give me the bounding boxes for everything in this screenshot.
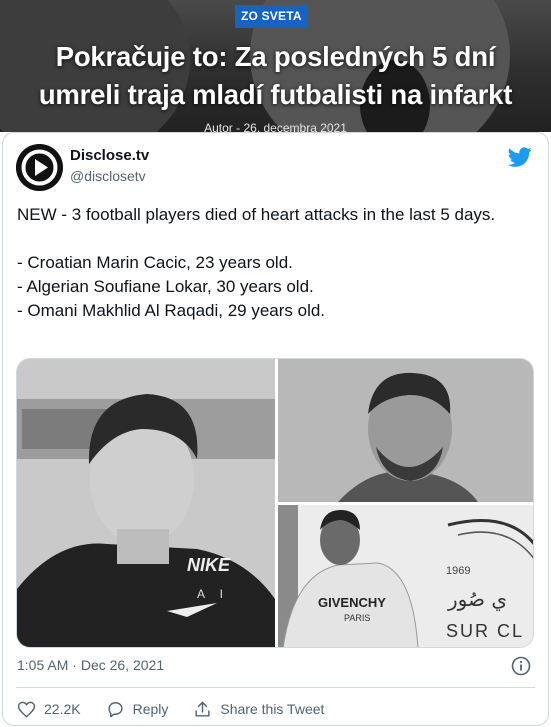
timestamp-separator: · xyxy=(72,657,81,673)
tweet-date: Dec 26, 2021 xyxy=(80,657,165,673)
article-header: ZO SVETA Pokračuje to: Za posledných 5 d… xyxy=(0,0,551,132)
category-badge[interactable]: ZO SVETA xyxy=(235,5,308,28)
photo-illustration xyxy=(17,359,275,647)
heart-icon xyxy=(17,701,36,718)
divider xyxy=(16,687,535,688)
photo-text-shirt-brand: NIKE xyxy=(187,555,231,575)
author-label[interactable]: Autor xyxy=(204,121,233,132)
article-headline: Pokračuje to: Za posledných 5 dní umreli… xyxy=(0,38,551,114)
like-button[interactable]: 22.2K xyxy=(17,700,81,719)
article-date: 26. decembra 2021 xyxy=(243,121,347,132)
photo-text-sign-arabic: ي صُور xyxy=(448,587,507,611)
reply-bubble-icon xyxy=(108,701,123,717)
headline-line: Pokračuje to: Za posledných 5 dní xyxy=(55,41,496,72)
tweet-photo-player-3[interactable]: GIVENCHY PARIS 1969 ي صُور SUR CL xyxy=(278,505,533,647)
tweet-timestamp[interactable]: 1:05 AM · Dec 26, 2021 xyxy=(17,657,164,673)
photo-text-sign-latin: SUR CL xyxy=(446,621,525,641)
tweet-time: 1:05 AM xyxy=(17,657,69,673)
tweet-photo-player-1[interactable]: NIKE A I xyxy=(17,359,275,647)
author-handle[interactable]: @disclosetv xyxy=(70,168,146,184)
photo-illustration xyxy=(278,359,533,502)
headline-line: umreli traja mladí futbalisti na infarkt xyxy=(38,79,513,110)
twitter-bird-icon[interactable] xyxy=(508,145,532,169)
embedded-tweet[interactable]: Disclose.tv @disclosetv NEW - 3 football… xyxy=(2,132,549,726)
share-button[interactable]: Share this Tweet xyxy=(193,700,324,719)
tweet-text: NEW - 3 football players died of heart a… xyxy=(17,205,496,320)
photo-text-tee-brand: GIVENCHY xyxy=(318,595,386,610)
tweet-photo-player-2[interactable] xyxy=(278,359,533,502)
share-label: Share this Tweet xyxy=(220,701,325,717)
photo-text-shirt-sub: A I xyxy=(197,587,230,601)
photo-text-tee-sub: PARIS xyxy=(344,613,371,623)
like-count: 22.2K xyxy=(44,701,81,717)
author-display-name[interactable]: Disclose.tv xyxy=(70,147,149,164)
reply-button[interactable]: Reply xyxy=(106,700,169,719)
article-byline: Autor - 26. decembra 2021 xyxy=(0,121,551,132)
photo-text-sign-year: 1969 xyxy=(446,565,471,577)
avatar[interactable] xyxy=(16,144,63,191)
tweet-actions: 22.2K Reply Share this Tweet xyxy=(17,699,349,719)
share-upload-icon xyxy=(195,701,210,717)
tweet-media-grid[interactable]: NIKE A I GIVENCHY PARIS 1969 ي صُور SUR … xyxy=(16,358,534,648)
reply-label: Reply xyxy=(132,701,169,717)
info-icon[interactable] xyxy=(511,656,531,676)
